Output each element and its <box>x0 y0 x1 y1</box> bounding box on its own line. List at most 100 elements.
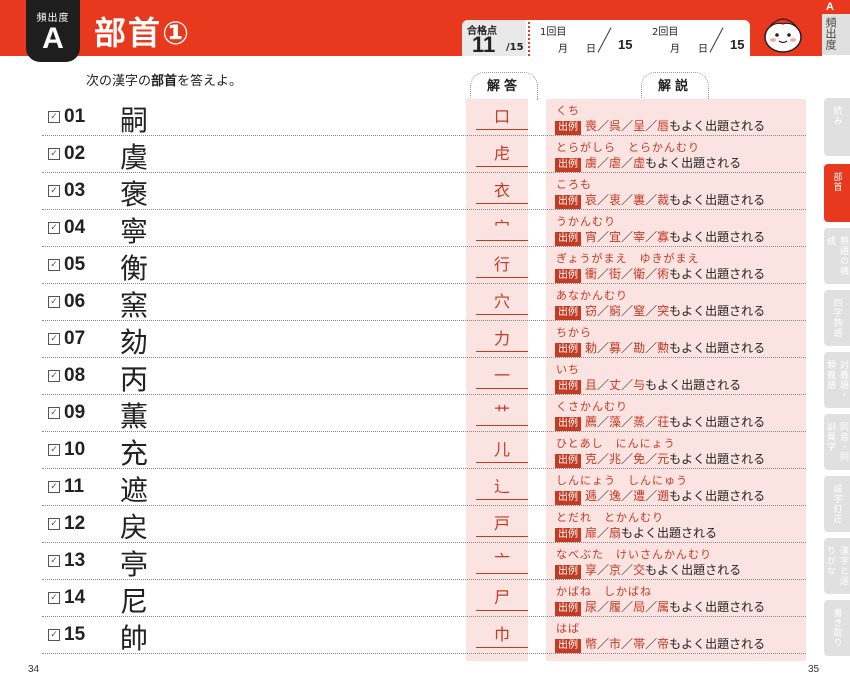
answer-radical: 一 <box>493 366 510 385</box>
question-number: 15 <box>64 624 86 645</box>
question-number: 11 <box>64 476 85 497</box>
round-1-label: 1回目 <box>540 27 567 38</box>
tab-label: 四字熟語 <box>831 298 842 338</box>
check-box[interactable]: ✓ <box>48 333 60 345</box>
example-suffix: もよく出題される <box>669 452 766 466</box>
answer-radical: 衣 <box>493 181 510 200</box>
example-separator: ／ <box>597 452 610 466</box>
round-1-slash <box>597 27 612 53</box>
question-number: 13 <box>64 550 86 571</box>
example-kanji: 扇 <box>609 526 622 540</box>
question-number: 09 <box>64 402 86 423</box>
example-separator: ／ <box>597 193 610 207</box>
answer-radical: 巾 <box>493 625 510 644</box>
answer-radical: 辶 <box>493 477 510 496</box>
check-box[interactable]: ✓ <box>48 481 60 493</box>
radical-reading: ちから <box>556 326 592 339</box>
example-kanji: 尿 <box>585 600 598 614</box>
row-divider <box>42 653 806 654</box>
round-1-box[interactable]: 1回目 月 日 15 <box>534 20 644 56</box>
example-kanji: 遭 <box>633 489 646 503</box>
check-box[interactable]: ✓ <box>48 592 60 604</box>
tab-label: 漢字と送りがな <box>825 546 848 586</box>
question-kanji: 劾 <box>120 326 149 359</box>
example-separator: ／ <box>597 526 610 540</box>
pass-total: /15 <box>506 42 524 53</box>
tab-bushu[interactable]: 部首 <box>824 164 850 222</box>
round-2-label: 2回目 <box>652 27 679 38</box>
page-number-left: 34 <box>28 664 40 675</box>
example-kanji: 帯 <box>633 637 646 651</box>
example-kanji: 扉 <box>585 526 598 540</box>
tab-okurigana[interactable]: 漢字と送りがな <box>824 538 850 594</box>
example-separator: ／ <box>597 563 610 577</box>
radical-reading: あなかんむり <box>556 289 628 302</box>
example-line: 出例 哀／衷／裏／裁もよく出題される <box>555 191 765 209</box>
example-suffix: もよく出題される <box>669 267 766 281</box>
answer-radical: 行 <box>493 255 510 274</box>
answer-line <box>476 129 528 130</box>
example-kanji: 街 <box>609 267 622 281</box>
radical-reading: とだれ とかんむり <box>556 511 664 524</box>
example-suffix: もよく出題される <box>669 600 766 614</box>
example-kanji: 逸 <box>609 489 622 503</box>
example-kanji: 京 <box>609 563 622 577</box>
example-kanji: 裁 <box>657 193 670 207</box>
example-kanji: 逓 <box>585 489 598 503</box>
check-box[interactable]: ✓ <box>48 370 60 382</box>
question-kanji: 戻 <box>120 511 149 544</box>
tab-douon-doukun[interactable]: 同音・同訓異字 <box>824 414 850 470</box>
example-kanji: 克 <box>585 452 598 466</box>
tab-taigigo-ruigigo[interactable]: 対義語・類義語 <box>824 352 850 408</box>
check-box[interactable]: ✓ <box>48 259 60 271</box>
question-row: ✓ 15 帥巾はば 出例 幣／市／帯／帝もよく出題される <box>42 617 806 655</box>
side-rank: A <box>822 0 850 14</box>
check-box[interactable]: ✓ <box>48 407 60 419</box>
question-number: 10 <box>64 439 86 460</box>
page-title: 部首① <box>94 14 192 52</box>
answer-line <box>476 351 528 352</box>
example-kanji: 宜 <box>609 230 622 244</box>
example-separator: ／ <box>597 378 610 392</box>
answer-radical: 尸 <box>493 588 510 607</box>
example-kanji: 享 <box>585 563 598 577</box>
round-2-month: 月 <box>670 44 680 55</box>
check-box[interactable]: ✓ <box>48 222 60 234</box>
example-separator: ／ <box>621 563 634 577</box>
check-box[interactable]: ✓ <box>48 629 60 641</box>
check-box[interactable]: ✓ <box>48 444 60 456</box>
round-2-box[interactable]: 2回目 月 日 15 <box>646 20 756 56</box>
answer-line <box>476 166 528 167</box>
answer-radical: 力 <box>493 329 510 348</box>
answer-line <box>476 314 528 315</box>
example-kanji: 術 <box>657 267 670 281</box>
tab-jukugo-kousei[interactable]: 熟語の構成 <box>824 228 850 284</box>
tab-kakitori[interactable]: 書き取り <box>824 600 850 656</box>
page-header: 頻出度 A 部首① 合格点 11 /15 1回目 月 日 15 2回目 月 日 … <box>0 0 822 62</box>
tab-goji-teisei[interactable]: 誤字訂正 <box>824 476 850 532</box>
question-row: ✓ 14 尼尸かばね しかばね 出例 尿／履／局／属もよく出題される <box>42 580 806 618</box>
example-separator: ／ <box>621 637 634 651</box>
check-box[interactable]: ✓ <box>48 296 60 308</box>
example-kanji: 市 <box>609 637 622 651</box>
question-row: ✓ 06 窯穴あなかんむり 出例 窃／窮／窒／突もよく出題される <box>42 284 806 322</box>
question-kanji: 丙 <box>120 363 149 396</box>
example-kanji: 藻 <box>609 415 622 429</box>
example-kanji: 衛 <box>633 267 646 281</box>
example-kanji: 呈 <box>633 119 646 133</box>
example-separator: ／ <box>621 156 634 170</box>
check-box[interactable]: ✓ <box>48 518 60 530</box>
page-number-right: 35 <box>808 664 820 675</box>
tab-yomi[interactable]: 読み <box>824 98 850 156</box>
check-box[interactable]: ✓ <box>48 148 60 160</box>
pass-score: 11 <box>472 32 496 57</box>
check-box[interactable]: ✓ <box>48 111 60 123</box>
answer-line <box>476 425 528 426</box>
example-separator: ／ <box>597 156 610 170</box>
tab-yoji-jukugo[interactable]: 四字熟語 <box>824 290 850 346</box>
question-row: ✓ 12 戻 戸 とだれ とかんむり 出例 扉／扇もよく出題される <box>42 506 806 544</box>
example-kanji: 帝 <box>657 637 670 651</box>
example-separator: ／ <box>645 415 658 429</box>
check-box[interactable]: ✓ <box>48 185 60 197</box>
check-box[interactable]: ✓ <box>48 555 60 567</box>
